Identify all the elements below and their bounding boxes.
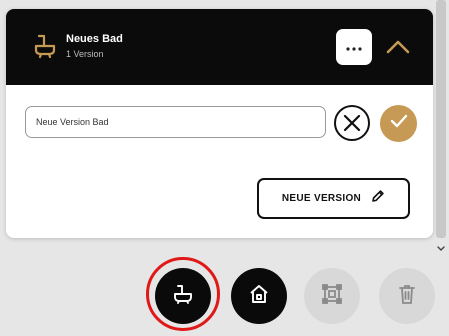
chevron-down-icon[interactable]: [435, 241, 447, 251]
new-version-label: NEUE VERSION: [281, 193, 362, 204]
new-version-button[interactable]: NEUE VERSION: [257, 178, 410, 219]
chevron-up-icon: [383, 40, 413, 65]
check-icon: [390, 114, 408, 133]
floorplan-icon: [321, 283, 343, 310]
scrollbar[interactable]: [433, 0, 449, 252]
collapse-button[interactable]: [383, 33, 413, 61]
bathtub-icon: [172, 283, 194, 310]
more-options-button[interactable]: [336, 29, 372, 65]
floorplan-button[interactable]: [304, 268, 360, 324]
house-icon: [248, 283, 270, 310]
room-title: Neues Bad: [66, 33, 123, 45]
bathtub-icon: [32, 33, 58, 59]
page: Neues Bad 1 Version Neue Version Bad NEU…: [0, 0, 449, 336]
close-circle-icon: [333, 105, 371, 146]
room-card-header[interactable]: Neues Bad 1 Version: [6, 9, 433, 85]
version-name-input[interactable]: [25, 106, 326, 138]
room-button[interactable]: [155, 268, 211, 324]
scrollbar-thumb[interactable]: [436, 0, 446, 238]
home-button[interactable]: [231, 268, 287, 324]
delete-button[interactable]: [379, 268, 435, 324]
pencil-icon: [371, 189, 385, 208]
trash-icon: [397, 283, 417, 310]
room-card: Neues Bad 1 Version Neue Version Bad NEU…: [6, 9, 433, 238]
version-count: 1 Version: [66, 49, 104, 59]
cancel-button[interactable]: [333, 104, 371, 142]
ellipsis-icon: [346, 38, 362, 56]
confirm-button[interactable]: [380, 105, 417, 142]
